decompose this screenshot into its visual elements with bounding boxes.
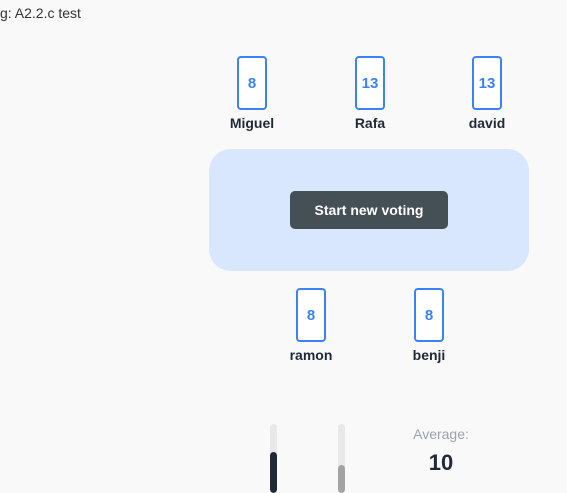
player-card: 8 (296, 288, 326, 342)
player-card: 8 (414, 288, 444, 342)
player-card: 13 (472, 56, 502, 110)
player-seat: 8 ramon (266, 288, 356, 363)
vote-bar-fill (338, 465, 345, 493)
voting-title: g: A2.2.c test (0, 5, 81, 21)
average-value: 10 (428, 450, 454, 475)
player-name: Rafa (354, 115, 386, 131)
vote-bar-fill (270, 451, 277, 493)
start-new-voting-button[interactable]: Start new voting (290, 191, 448, 229)
average-label: Average: (413, 426, 469, 442)
vote-distribution-bar (270, 424, 277, 493)
player-card: 8 (237, 56, 267, 110)
poker-table: Start new voting (209, 149, 529, 271)
player-name: david (468, 115, 506, 131)
player-seat: 13 david (442, 56, 532, 131)
vote-distribution-bar (338, 424, 345, 493)
player-seat: 13 Rafa (325, 56, 415, 131)
player-seat: 8 Miguel (207, 56, 297, 131)
planning-poker-page: g: A2.2.c test 8 Miguel 13 Rafa 13 david… (0, 0, 567, 493)
player-name: ramon (289, 347, 333, 363)
player-name: Miguel (229, 115, 275, 131)
player-card: 13 (355, 56, 385, 110)
player-seat: 8 benji (384, 288, 474, 363)
player-name: benji (412, 347, 446, 363)
